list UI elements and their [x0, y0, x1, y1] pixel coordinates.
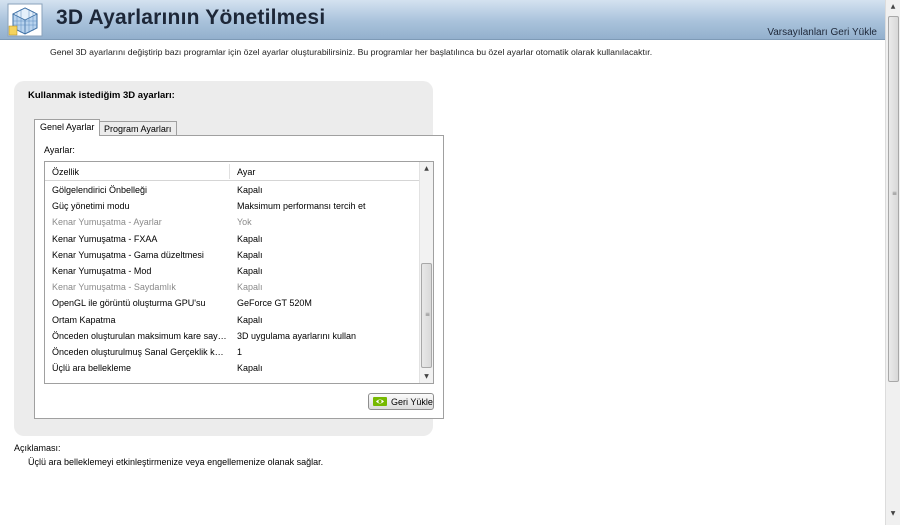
grip-icon: ≡	[892, 190, 898, 197]
scroll-up-arrow-icon[interactable]: ▲	[420, 162, 433, 175]
row-setting-value[interactable]: 3D uygulama ayarlarını kullan	[237, 331, 356, 341]
table-row[interactable]: OpenGL ile görüntü oluşturma GPU'su GeFor…	[45, 295, 420, 311]
table-row[interactable]: Kenar Yumuşatma - Ayarlar Yok	[45, 214, 420, 230]
restore-button[interactable]: Geri Yükle	[368, 393, 434, 410]
row-feature: Kenar Yumuşatma - Mod	[52, 265, 152, 276]
table-row[interactable]: Önceden oluşturulmuş Sanal Gerçeklik kar…	[45, 344, 420, 360]
row-setting-value[interactable]: Kapalı	[237, 185, 263, 195]
page-scrollbar[interactable]: ▲ ≡ ▼	[885, 0, 900, 525]
page-title: 3D Ayarlarının Yönetilmesi	[56, 6, 326, 29]
page-scroll-down-arrow-icon[interactable]: ▼	[886, 507, 900, 521]
3d-cube-icon	[7, 3, 43, 37]
grid-header: Özellik Ayar	[45, 162, 420, 181]
column-divider[interactable]	[229, 164, 230, 179]
row-feature: Ortam Kapatma	[52, 314, 116, 325]
table-row[interactable]: Kenar Yumuşatma - Gama düzeltmesi Kapalı	[45, 247, 420, 263]
grip-icon: ≡	[425, 311, 431, 318]
table-row[interactable]: Kenar Yumuşatma - FXAA Kapalı	[45, 231, 420, 247]
tab-page-general: Ayarlar: Özellik Ayar Gölgelendirici Önb…	[34, 135, 444, 419]
intro-text: Genel 3D ayarlarını değiştirip bazı prog…	[50, 47, 653, 57]
settings-panel: Kullanmak istediğim 3D ayarları: Genel A…	[14, 81, 444, 436]
table-row[interactable]: Önceden oluşturulan maksimum kare sayısı…	[45, 328, 420, 344]
scroll-down-arrow-icon[interactable]: ▼	[420, 370, 433, 383]
restore-button-label: Geri Yükle	[391, 397, 433, 407]
nvidia-logo-icon	[373, 397, 387, 406]
description-label: Açıklaması:	[14, 443, 61, 453]
settings-label: Ayarlar:	[44, 145, 75, 155]
grid-scroll-thumb[interactable]: ≡	[421, 263, 432, 368]
row-setting-value[interactable]: Kapalı	[237, 315, 263, 325]
row-setting-value[interactable]: Kapalı	[237, 282, 263, 292]
row-setting-value[interactable]: Kapalı	[237, 266, 263, 276]
table-row[interactable]: Kenar Yumuşatma - Saydamlık Kapalı	[45, 279, 420, 295]
row-feature: Önceden oluşturulan maksimum kare sayısı	[52, 330, 227, 341]
row-feature: OpenGL ile görüntü oluşturma GPU'su	[52, 298, 206, 309]
page-header: 3D Ayarlarının Yönetilmesi Varsayılanlar…	[0, 0, 885, 40]
tab-general-settings[interactable]: Genel Ayarlar	[34, 119, 101, 136]
row-feature: Kenar Yumuşatma - Gama düzeltmesi	[52, 249, 204, 260]
row-setting-value[interactable]: 1	[237, 347, 242, 357]
row-setting-value[interactable]: Yok	[237, 217, 252, 227]
row-setting-value[interactable]: Kapalı	[237, 363, 263, 373]
grid-scrollbar[interactable]: ▲ ≡ ▼	[419, 162, 433, 383]
table-row[interactable]: Ortam Kapatma Kapalı	[45, 312, 420, 328]
row-setting-value[interactable]: GeForce GT 520M	[237, 298, 312, 308]
column-header-feature[interactable]: Özellik	[52, 167, 79, 177]
restore-defaults-link[interactable]: Varsayılanları Geri Yükle	[767, 27, 877, 38]
description-text: Üçlü ara belleklemeyi etkinleştirmenize …	[28, 457, 324, 467]
row-feature: Kenar Yumuşatma - Saydamlık	[52, 282, 176, 293]
row-feature: Kenar Yumuşatma - Ayarlar	[52, 217, 162, 228]
panel-heading: Kullanmak istediğim 3D ayarları:	[28, 90, 175, 101]
tab-program-settings[interactable]: Program Ayarları	[98, 121, 178, 136]
table-row[interactable]: Kenar Yumuşatma - Mod Kapalı	[45, 263, 420, 279]
table-row[interactable]: Gölgelendirici Önbelleği Kapalı	[45, 182, 420, 198]
page-scroll-up-arrow-icon[interactable]: ▲	[886, 0, 900, 14]
row-feature: Önceden oluşturulmuş Sanal Gerçeklik kar…	[52, 346, 227, 357]
table-row[interactable]: Güç yönetimi modu Maksimum performansı te…	[45, 198, 420, 214]
page-scroll-thumb[interactable]: ≡	[888, 16, 899, 382]
row-setting-value[interactable]: Kapalı	[237, 234, 263, 244]
column-header-setting[interactable]: Ayar	[237, 167, 255, 177]
row-feature: Gölgelendirici Önbelleği	[52, 185, 148, 195]
row-feature: Güç yönetimi modu	[52, 201, 130, 212]
table-row[interactable]: Üçlü ara bellekleme Kapalı	[45, 360, 420, 376]
grid-rows: Gölgelendirici Önbelleği Kapalı Güç yöneti…	[45, 182, 420, 376]
row-feature: Üçlü ara bellekleme	[52, 363, 132, 374]
row-setting-value[interactable]: Kapalı	[237, 250, 263, 260]
row-setting-value[interactable]: Maksimum performansı tercih et	[237, 201, 366, 211]
settings-grid: Özellik Ayar Gölgelendirici Önbelleği Kap…	[44, 161, 434, 384]
row-feature: Kenar Yumuşatma - FXAA	[52, 233, 158, 244]
